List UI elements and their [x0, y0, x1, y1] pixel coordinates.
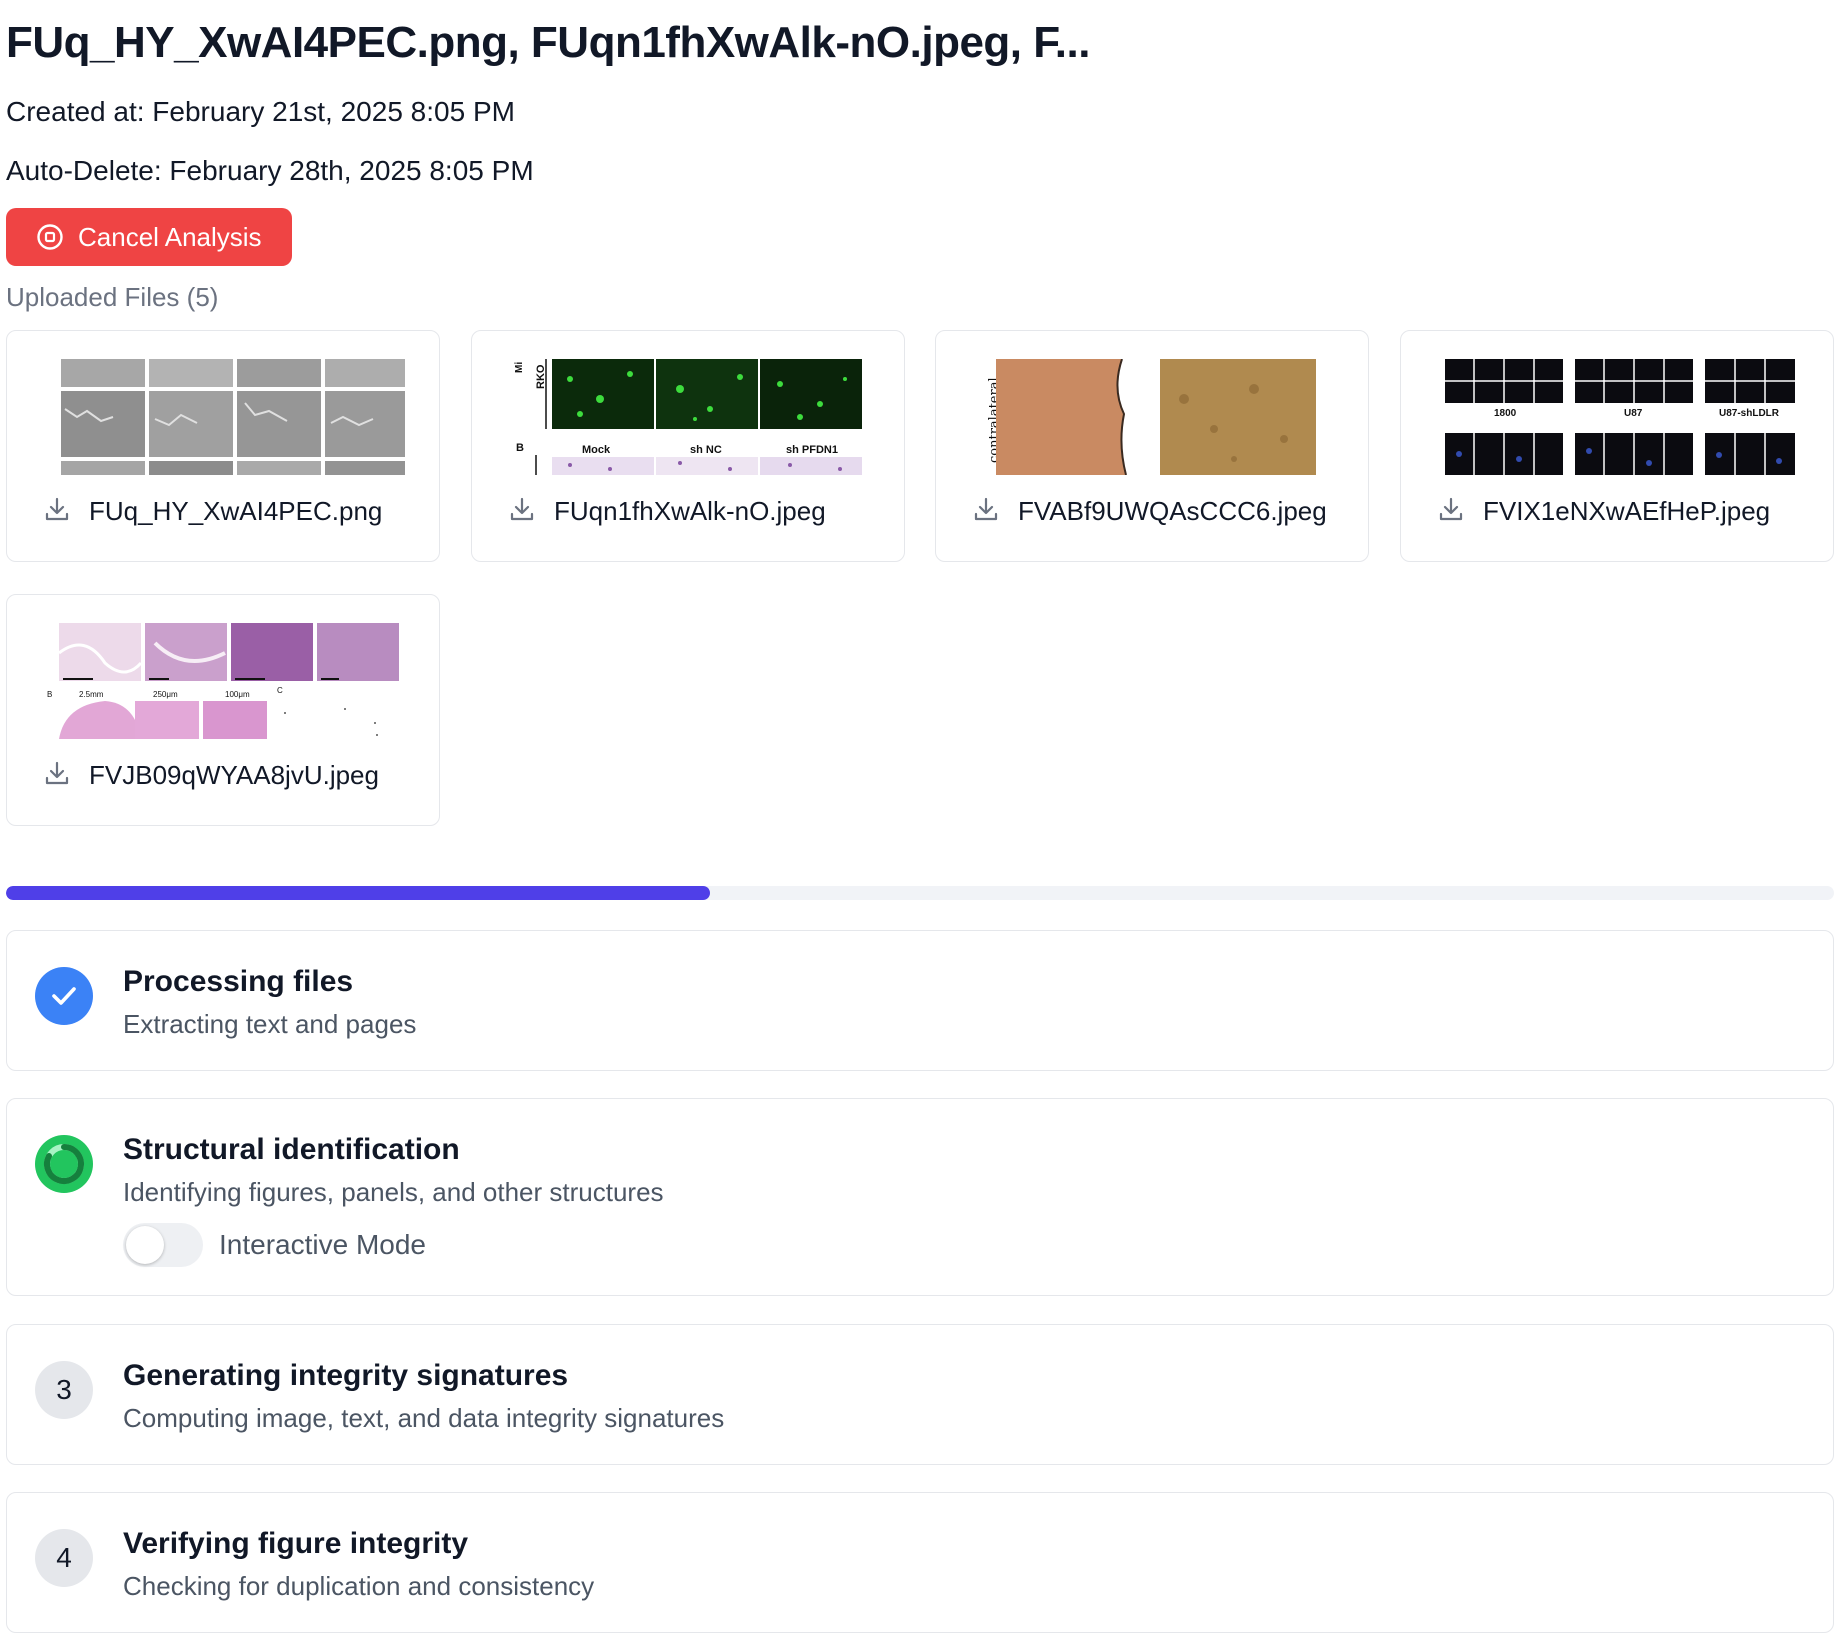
step-description: Computing image, text, and data integrit…	[123, 1403, 725, 1433]
step-title: Generating integrity signatures	[123, 1359, 569, 1392]
thumb-label: RKO	[535, 364, 547, 389]
file-card[interactable]: Mi RKO B Mock sh NC sh PFDN1 FUqn1fhXwAl…	[471, 330, 905, 562]
file-thumbnail: Mi RKO B Mock sh NC sh PFDN1	[510, 359, 870, 475]
download-icon[interactable]	[43, 495, 71, 528]
thumb-label: B	[47, 690, 52, 699]
thumb-label: 2.5mm	[79, 690, 104, 699]
thumb-label: Mock	[582, 444, 611, 456]
stop-circle-icon	[36, 223, 64, 251]
thumb-label: U87	[1624, 408, 1643, 419]
analysis-progress-bar	[6, 886, 1834, 900]
thumb-label: 1800	[1494, 408, 1517, 419]
file-name: FVABf9UWQAsCCC6.jpeg	[1018, 496, 1327, 526]
step-number: 3	[35, 1361, 93, 1419]
file-card[interactable]: 1800 U87 U87-shLDLR FVIX1eNXwAEfHeP.jpeg	[1400, 330, 1834, 562]
step-description: Checking for duplication and consistency	[123, 1571, 595, 1601]
thumb-label: 100μm	[225, 690, 250, 699]
file-name: FUq_HY_XwAI4PEC.png	[89, 496, 383, 526]
step-structural-identification: Structural identification Identifying fi…	[6, 1098, 1834, 1296]
step-number: 4	[35, 1529, 93, 1587]
step-processing-files: Processing files Extracting text and pag…	[6, 930, 1834, 1071]
uploaded-files-label: Uploaded Files (5)	[6, 282, 219, 312]
interactive-mode-row: Interactive Mode	[123, 1223, 426, 1267]
analysis-progress-fill	[6, 886, 710, 900]
thumb-label: 250μm	[153, 690, 178, 699]
file-thumbnail	[45, 359, 405, 475]
download-icon[interactable]	[972, 495, 1000, 528]
download-icon[interactable]	[508, 495, 536, 528]
cancel-analysis-button[interactable]: Cancel Analysis	[6, 208, 292, 266]
toggle-knob	[126, 1226, 164, 1264]
step-title: Structural identification	[123, 1133, 460, 1166]
step-title: Processing files	[123, 965, 354, 998]
thumb-label: sh PFDN1	[786, 444, 838, 456]
download-icon[interactable]	[43, 759, 71, 792]
step-title: Verifying figure integrity	[123, 1527, 469, 1560]
thumb-label: U87-shLDLR	[1719, 408, 1780, 419]
step-generating-signatures: 3 Generating integrity signatures Comput…	[6, 1324, 1834, 1465]
check-circle-icon	[35, 967, 93, 1025]
file-card[interactable]: FUq_HY_XwAI4PEC.png	[6, 330, 440, 562]
auto-delete: Auto-Delete: February 28th, 2025 8:05 PM	[6, 155, 534, 186]
cancel-analysis-label: Cancel Analysis	[78, 221, 262, 252]
download-icon[interactable]	[1437, 495, 1465, 528]
step-verifying-integrity: 4 Verifying figure integrity Checking fo…	[6, 1492, 1834, 1633]
interactive-mode-toggle[interactable]	[123, 1223, 203, 1267]
file-card[interactable]: contralateral FVABf9UWQAsCCC6.jpeg	[935, 330, 1369, 562]
created-at: Created at: February 21st, 2025 8:05 PM	[6, 96, 515, 127]
page-title: FUq_HY_XwAI4PEC.png, FUqn1fhXwAlk-nO.jpe…	[6, 18, 1090, 67]
interactive-mode-label: Interactive Mode	[219, 1229, 426, 1260]
file-thumbnail: contralateral	[974, 359, 1334, 475]
thumb-label: C	[277, 686, 283, 695]
file-thumbnail: 1800 U87 U87-shLDLR	[1439, 359, 1799, 475]
loading-spinner-icon	[35, 1135, 93, 1193]
analysis-page: FUq_HY_XwAI4PEC.png, FUqn1fhXwAlk-nO.jpe…	[0, 0, 1840, 1642]
thumb-label: sh NC	[690, 444, 722, 456]
file-name: FUqn1fhXwAlk-nO.jpeg	[554, 496, 826, 526]
step-description: Identifying figures, panels, and other s…	[123, 1177, 664, 1207]
step-description: Extracting text and pages	[123, 1009, 417, 1039]
thumb-label: Mi	[514, 362, 525, 373]
file-name: FVIX1eNXwAEfHeP.jpeg	[1483, 496, 1771, 526]
file-card[interactable]: B 2.5mm 250μm 100μm C FVJB09qWYAA8jvU.jp…	[6, 594, 440, 826]
thumb-label: B	[516, 442, 524, 454]
file-thumbnail: B 2.5mm 250μm 100μm C	[45, 623, 405, 739]
file-name: FVJB09qWYAA8jvU.jpeg	[89, 760, 379, 790]
